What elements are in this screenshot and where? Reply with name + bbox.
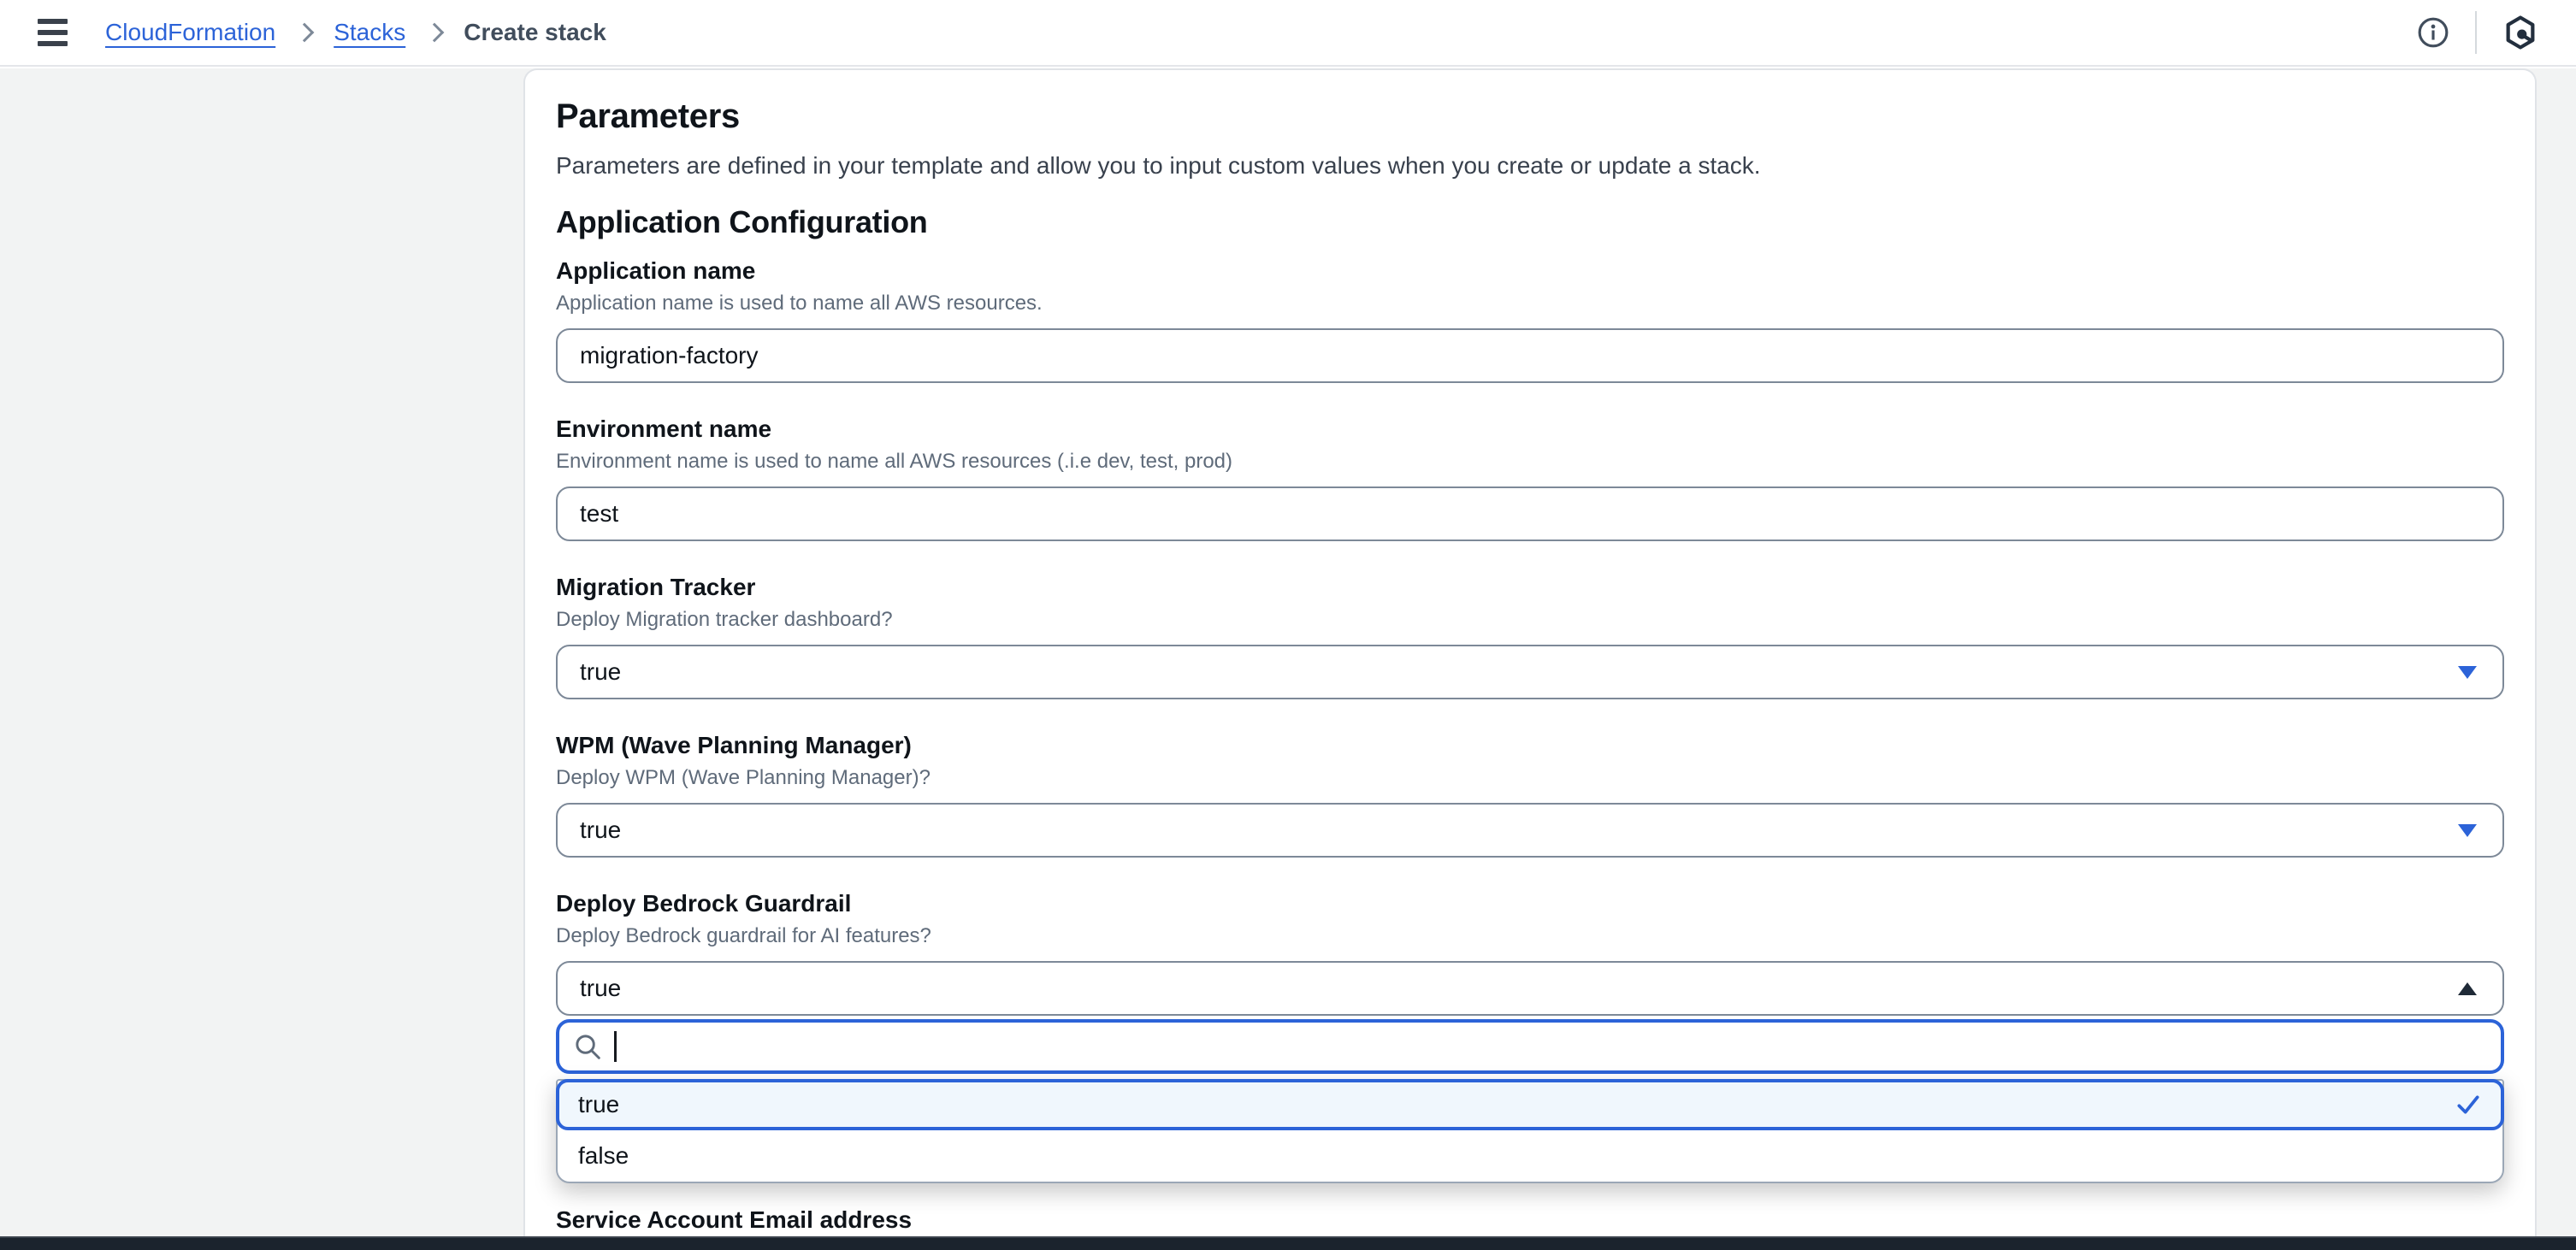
field-label: WPM (Wave Planning Manager) <box>556 729 2504 762</box>
topbar-actions <box>2417 11 2538 54</box>
field-label: Environment name <box>556 413 2504 445</box>
topbar-divider <box>2475 11 2477 54</box>
application-name-input[interactable] <box>556 328 2504 383</box>
field-description: Application name is used to name all AWS… <box>556 289 2504 318</box>
content-area: Parameters Parameters are defined in you… <box>0 68 2576 1250</box>
option-true[interactable]: true <box>556 1079 2504 1130</box>
field-label: Service Account Email address <box>556 1204 2504 1236</box>
caret-down-icon <box>2458 666 2477 679</box>
select-value: true <box>580 975 621 1002</box>
field-description: Deploy WPM (Wave Planning Manager)? <box>556 764 2504 793</box>
menu-icon[interactable] <box>38 19 68 46</box>
caret-down-icon <box>2458 824 2477 837</box>
chevron-right-icon <box>295 23 315 43</box>
page-title: Parameters <box>556 96 2504 137</box>
environment-name-input[interactable] <box>556 486 2504 541</box>
hexagon-dot-glyph <box>2502 15 2538 50</box>
assistant-hexagon-icon[interactable] <box>2502 15 2538 50</box>
breadcrumb-current: Create stack <box>464 19 606 46</box>
option-false[interactable]: false <box>558 1130 2502 1182</box>
parameters-panel: Parameters Parameters are defined in you… <box>523 68 2537 1250</box>
option-label: true <box>578 1091 619 1118</box>
field-label: Deploy Bedrock Guardrail <box>556 887 2504 920</box>
bedrock-guardrail-select[interactable]: true <box>556 961 2504 1016</box>
cloudformation-create-stack-screen: CloudFormation Stacks Create stack <box>0 0 2576 1250</box>
environment-name-field: Environment name Environment name is use… <box>556 413 2504 541</box>
select-value: true <box>580 658 621 686</box>
caret-up-icon <box>2458 982 2477 995</box>
breadcrumb-cloudformation[interactable]: CloudFormation <box>105 19 275 46</box>
breadcrumb: CloudFormation Stacks Create stack <box>105 19 2417 46</box>
field-description: Deploy Bedrock guardrail for AI features… <box>556 922 2504 951</box>
field-label: Migration Tracker <box>556 571 2504 604</box>
dropdown-search-input[interactable] <box>556 1019 2504 1074</box>
migration-tracker-field: Migration Tracker Deploy Migration track… <box>556 571 2504 699</box>
checkmark-icon <box>2455 1091 2482 1118</box>
field-label: Application name <box>556 255 2504 287</box>
search-icon <box>573 1032 602 1061</box>
field-description: Deploy Migration tracker dashboard? <box>556 605 2504 634</box>
wpm-select[interactable]: true <box>556 803 2504 858</box>
migration-tracker-select[interactable]: true <box>556 645 2504 699</box>
info-icon[interactable] <box>2417 16 2449 49</box>
wpm-field: WPM (Wave Planning Manager) Deploy WPM (… <box>556 729 2504 858</box>
top-navigation-bar: CloudFormation Stacks Create stack <box>0 0 2576 67</box>
bedrock-guardrail-field: Deploy Bedrock Guardrail Deploy Bedrock … <box>556 887 2504 1183</box>
info-circle-glyph <box>2417 16 2449 49</box>
field-description: Environment name is used to name all AWS… <box>556 447 2504 476</box>
chevron-right-icon <box>425 23 445 43</box>
bottom-edge-bar <box>0 1236 2576 1250</box>
select-value: true <box>580 817 621 844</box>
option-label: false <box>578 1142 629 1170</box>
application-name-field: Application name Application name is use… <box>556 255 2504 383</box>
section-title: Application Configuration <box>556 203 2504 241</box>
bedrock-guardrail-dropdown: true false <box>556 1019 2504 1183</box>
dropdown-options-list: true false <box>556 1079 2504 1183</box>
page-description: Parameters are defined in your template … <box>556 150 2504 181</box>
breadcrumb-stacks[interactable]: Stacks <box>334 19 405 46</box>
text-cursor <box>614 1031 617 1062</box>
